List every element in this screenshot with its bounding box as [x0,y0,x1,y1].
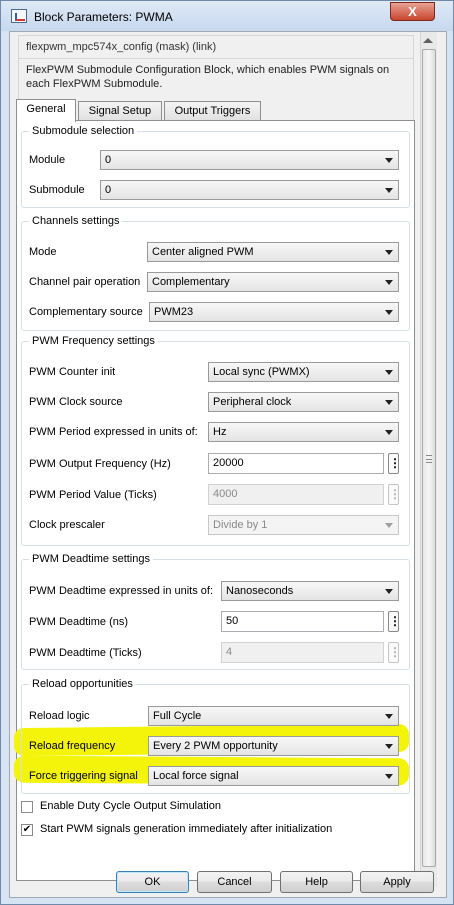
chevron-down-icon [385,523,393,528]
complementary-source-value: PWM23 [154,306,194,318]
deadtime-ticks-options-button[interactable]: ⋮ [388,642,401,663]
submodule-value: 0 [105,184,112,196]
window-title: Block Parameters: PWMA [34,10,173,24]
output-frequency-options-button[interactable]: ⋮ [388,453,401,474]
reload-logic-value: Full Cycle [153,710,202,722]
deadtime-ns-input[interactable]: 50 [221,611,384,632]
reload-frequency-value: Every 2 PWM opportunity [153,740,278,752]
module-value: 0 [105,154,112,166]
pwm-deadtime-legend: PWM Deadtime settings [32,553,150,565]
clock-prescaler-value: Divide by 1 [213,519,268,531]
pwm-frequency-legend: PWM Frequency settings [32,335,155,347]
chevron-down-icon [385,400,393,405]
mode-label: Mode [29,246,57,258]
channels-settings-legend: Channels settings [32,215,120,227]
reload-frequency-label: Reload frequency [29,740,116,752]
clock-source-value: Peripheral clock [213,396,292,408]
chevron-down-icon [385,158,393,163]
general-tab-panel: Submodule selection Module 0 Submodule 0… [13,120,415,881]
description-divider [19,58,413,59]
force-trigger-select[interactable]: Local force signal [148,766,399,786]
submodule-select[interactable]: 0 [100,180,399,200]
period-ticks-options-button[interactable]: ⋮ [388,484,401,505]
chevron-down-icon [385,188,393,193]
chevron-down-icon [385,310,393,315]
submodule-selection-legend: Submodule selection [32,125,135,137]
clock-prescaler-select[interactable]: Divide by 1 [208,515,399,535]
deadtime-units-label: PWM Deadtime expressed in units of: [29,585,214,597]
period-units-label: PWM Period expressed in units of: [29,426,198,438]
counter-init-value: Local sync (PWMX) [213,366,310,378]
dialog-body: flexpwm_mpc574x_config (mask) (link) Fle… [9,31,447,898]
module-select[interactable]: 0 [100,150,399,170]
close-button[interactable]: X [390,2,435,21]
reload-opportunities-legend: Reload opportunities [32,678,133,690]
chevron-down-icon [385,714,393,719]
module-label: Module [29,154,66,166]
counter-init-label: PWM Counter init [29,366,116,378]
deadtime-ns-label: PWM Deadtime (ns) [29,616,129,628]
force-trigger-label: Force triggering signal [29,770,138,782]
mode-value: Center aligned PWM [152,246,254,258]
tab-general[interactable]: General [16,99,76,122]
chevron-down-icon [385,280,393,285]
title-bar[interactable]: Block Parameters: PWMA X [1,1,453,31]
period-units-value: Hz [213,426,227,438]
tab-signal-setup[interactable]: Signal Setup [78,101,162,122]
output-frequency-label: PWM Output Frequency (Hz) [29,458,171,470]
channels-settings-group: Channels settings Mode Center aligned PW… [21,215,410,331]
force-trigger-value: Local force signal [153,770,239,782]
reload-logic-select[interactable]: Full Cycle [148,706,399,726]
counter-init-select[interactable]: Local sync (PWMX) [208,362,399,382]
period-ticks-label: PWM Period Value (Ticks) [29,489,157,501]
complementary-source-select[interactable]: PWM23 [149,302,399,322]
tab-output-triggers[interactable]: Output Triggers [164,101,261,122]
reload-opportunities-group: Reload opportunities Reload logic Full C… [21,678,410,794]
reload-logic-label: Reload logic [29,710,90,722]
deadtime-ticks-label: PWM Deadtime (Ticks) [29,647,142,659]
pwm-frequency-group: PWM Frequency settings PWM Counter init … [21,335,410,546]
chevron-down-icon [385,370,393,375]
clock-source-select[interactable]: Peripheral clock [208,392,399,412]
output-frequency-input[interactable]: 20000 [208,453,384,474]
clock-prescaler-label: Clock prescaler [29,519,105,531]
deadtime-units-value: Nanoseconds [226,585,294,597]
chevron-down-icon [385,250,393,255]
deadtime-ns-options-button[interactable]: ⋮ [388,611,401,632]
pwm-deadtime-group: PWM Deadtime settings PWM Deadtime expre… [21,553,410,670]
vertical-scrollbar[interactable] [420,32,437,887]
deadtime-ticks-input[interactable]: 4 [221,642,384,663]
block-parameters-window: Block Parameters: PWMA X flexpwm_mpc574x… [0,0,454,905]
start-pwm-label: Start PWM signals generation immediately… [40,823,333,835]
period-ticks-input[interactable]: 4000 [208,484,384,505]
channel-pair-label: Channel pair operation [29,276,141,288]
submodule-selection-group: Submodule selection Module 0 Submodule 0 [21,125,410,208]
channel-pair-value: Complementary [152,276,230,288]
duty-cycle-simulation-label: Enable Duty Cycle Output Simulation [40,800,221,812]
simulink-block-icon [11,9,27,23]
apply-button[interactable]: Apply [360,871,434,893]
chevron-down-icon [385,430,393,435]
cancel-button[interactable]: Cancel [197,871,272,893]
scrollbar-thumb[interactable] [422,49,436,867]
complementary-source-label: Complementary source [29,306,143,318]
chevron-down-icon [385,744,393,749]
mask-header: flexpwm_mpc574x_config (mask) (link) [26,41,217,53]
clock-source-label: PWM Clock source [29,396,123,408]
grip-icon [426,455,432,463]
help-button[interactable]: Help [280,871,353,893]
block-description: FlexPWM Submodule Configuration Block, w… [26,64,390,90]
start-pwm-checkbox[interactable]: ✔ [21,824,33,836]
chevron-down-icon [385,589,393,594]
chevron-down-icon [385,774,393,779]
mode-select[interactable]: Center aligned PWM [147,242,399,262]
submodule-label: Submodule [29,184,85,196]
ok-button[interactable]: OK [116,871,189,893]
scroll-up-arrow-icon[interactable] [423,38,433,43]
channel-pair-select[interactable]: Complementary [147,272,399,292]
period-units-select[interactable]: Hz [208,422,399,442]
reload-frequency-select[interactable]: Every 2 PWM opportunity [148,736,399,756]
duty-cycle-simulation-checkbox[interactable] [21,801,33,813]
deadtime-units-select[interactable]: Nanoseconds [221,581,399,601]
